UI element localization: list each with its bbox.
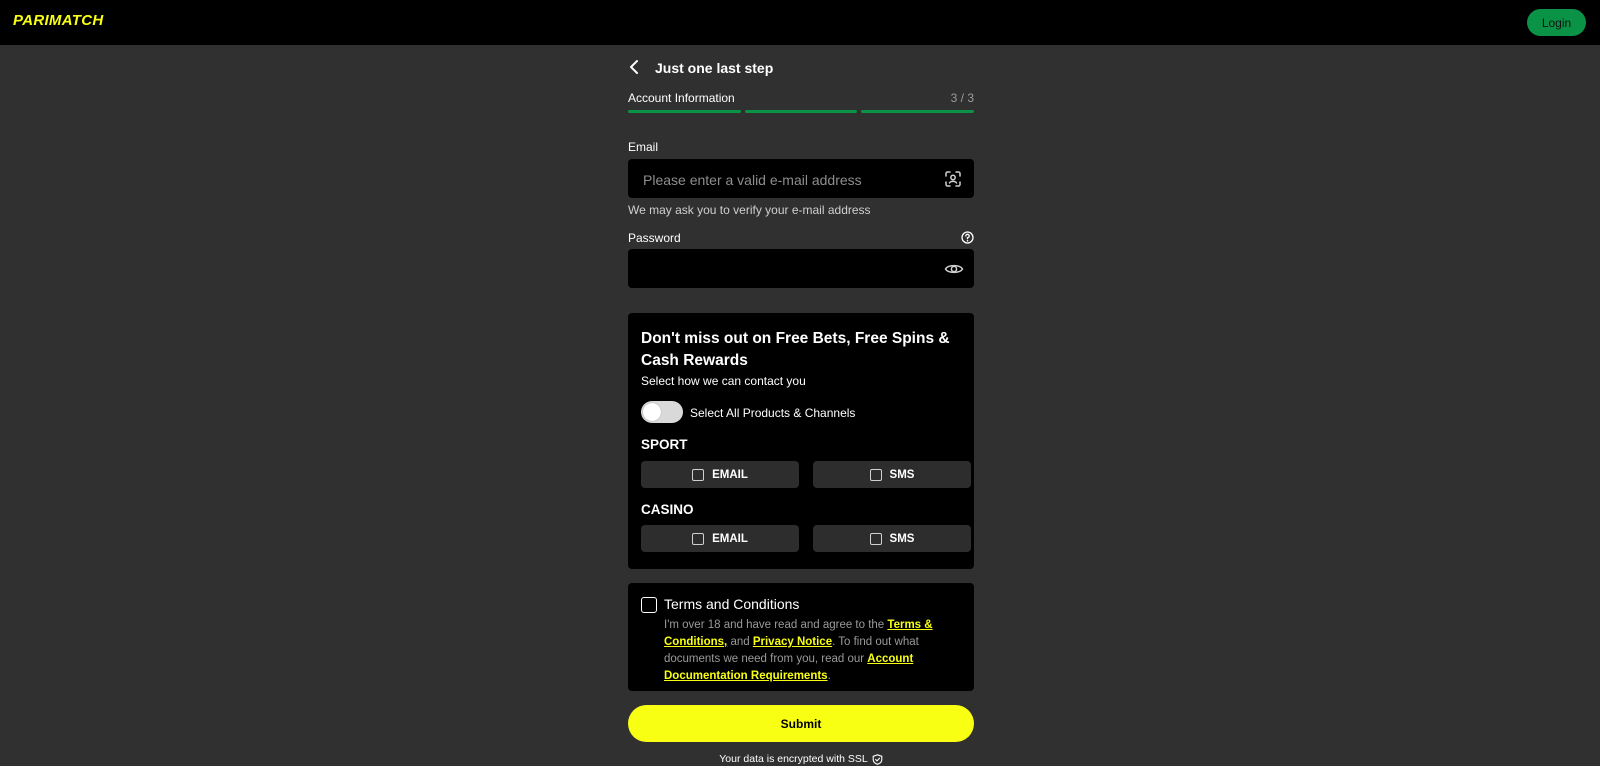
progress-segment xyxy=(861,110,975,113)
sport-email-checkbox[interactable] xyxy=(692,468,705,481)
email-hint: We may ask you to verify your e-mail add… xyxy=(628,203,871,217)
face-scan-icon[interactable] xyxy=(944,170,962,188)
marketing-preferences-panel: Don't miss out on Free Bets, Free Spins … xyxy=(628,313,974,569)
terms-text-part: and xyxy=(727,636,753,648)
email-field[interactable] xyxy=(641,159,935,200)
sport-heading: SPORT xyxy=(641,437,688,452)
progress-label: Account Information xyxy=(628,91,735,105)
select-all-toggle[interactable] xyxy=(641,401,683,423)
casino-sms-checkbox[interactable] xyxy=(869,532,882,545)
ssl-text: Your data is encrypted with SSL xyxy=(719,753,868,765)
eye-icon[interactable] xyxy=(944,260,964,278)
password-label: Password xyxy=(628,231,681,245)
login-button[interactable]: Login xyxy=(1527,9,1586,36)
progress-count: 3 / 3 xyxy=(950,91,974,105)
casino-heading: CASINO xyxy=(641,502,694,517)
casino-sms-option[interactable]: SMS xyxy=(813,525,971,552)
sport-sms-label: SMS xyxy=(889,468,915,481)
casino-sms-label: SMS xyxy=(889,532,915,545)
casino-email-checkbox[interactable] xyxy=(692,532,705,545)
terms-text-part: . xyxy=(827,670,831,682)
terms-panel: Terms and Conditions I'm over 18 and hav… xyxy=(628,583,974,691)
question-circle-icon[interactable] xyxy=(961,231,974,244)
progress-segment xyxy=(744,110,858,113)
sport-sms-checkbox[interactable] xyxy=(869,468,882,481)
shield-check-icon xyxy=(872,753,883,765)
promo-title: Don't miss out on Free Bets, Free Spins … xyxy=(641,330,950,369)
password-field[interactable] xyxy=(641,249,935,290)
sport-email-option[interactable]: EMAIL xyxy=(641,461,799,488)
top-bar: PARIMATCH Login xyxy=(0,0,1600,45)
casino-email-option[interactable]: EMAIL xyxy=(641,525,799,552)
step-title: Just one last step xyxy=(655,60,774,76)
terms-checkbox[interactable] xyxy=(641,597,657,613)
privacy-notice-link[interactable]: Privacy Notice xyxy=(753,636,832,648)
sport-email-label: EMAIL xyxy=(712,468,748,481)
password-field-box[interactable] xyxy=(628,249,974,290)
terms-text-part: I'm over 18 and have read and agree to t… xyxy=(664,619,888,631)
step-header: Just one last step xyxy=(628,57,974,77)
progress-segment xyxy=(628,110,741,113)
parimatch-logo[interactable]: PARIMATCH xyxy=(13,12,103,29)
select-all-label: Select All Products & Channels xyxy=(690,406,856,420)
email-field-box[interactable] xyxy=(628,159,974,200)
terms-text: I'm over 18 and have read and agree to t… xyxy=(664,617,964,685)
chevron-left-icon[interactable] xyxy=(626,58,644,76)
ssl-note: Your data is encrypted with SSL xyxy=(628,752,974,766)
progress-bar xyxy=(628,110,975,113)
casino-email-label: EMAIL xyxy=(712,532,748,545)
promo-subtitle: Select how we can contact you xyxy=(641,374,806,388)
toggle-knob xyxy=(643,403,661,421)
submit-button[interactable]: Submit xyxy=(628,705,974,742)
email-label: Email xyxy=(628,140,659,154)
terms-title: Terms and Conditions xyxy=(664,596,800,612)
sport-sms-option[interactable]: SMS xyxy=(813,461,971,488)
